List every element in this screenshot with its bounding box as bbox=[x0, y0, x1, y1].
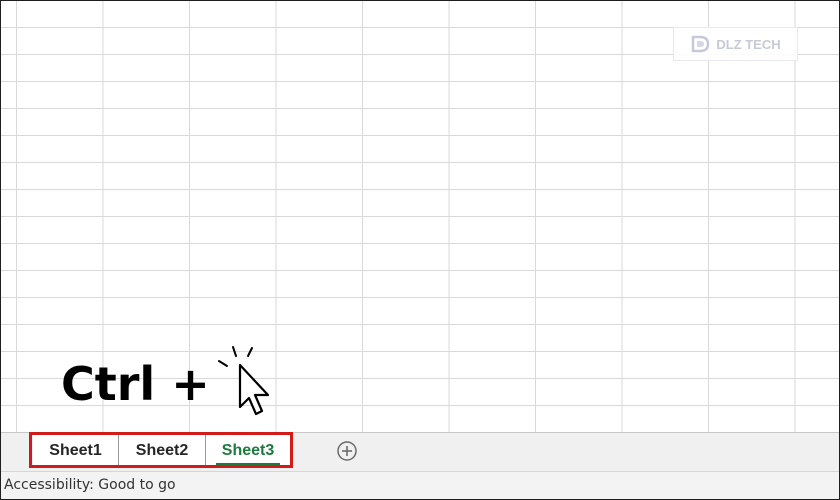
spreadsheet-window: DLZ TECH Ctrl + Sheet1 Sheet2 Sheet3 Acc… bbox=[0, 0, 840, 500]
sheet-tab-sheet3[interactable]: Sheet3 bbox=[206, 434, 290, 467]
shortcut-label: Ctrl + bbox=[61, 357, 210, 411]
watermark-text: DLZ TECH bbox=[716, 36, 781, 52]
dlz-logo-icon bbox=[692, 35, 710, 53]
click-cursor-icon bbox=[218, 346, 270, 416]
sheet-tab-sheet1[interactable]: Sheet1 bbox=[33, 434, 119, 467]
accessibility-status[interactable]: Accessibility: Good to go bbox=[4, 477, 176, 493]
sheet-tab-sheet2[interactable]: Sheet2 bbox=[119, 434, 206, 467]
watermark-logo: DLZ TECH bbox=[673, 27, 798, 61]
plus-circle-icon[interactable] bbox=[336, 440, 358, 462]
